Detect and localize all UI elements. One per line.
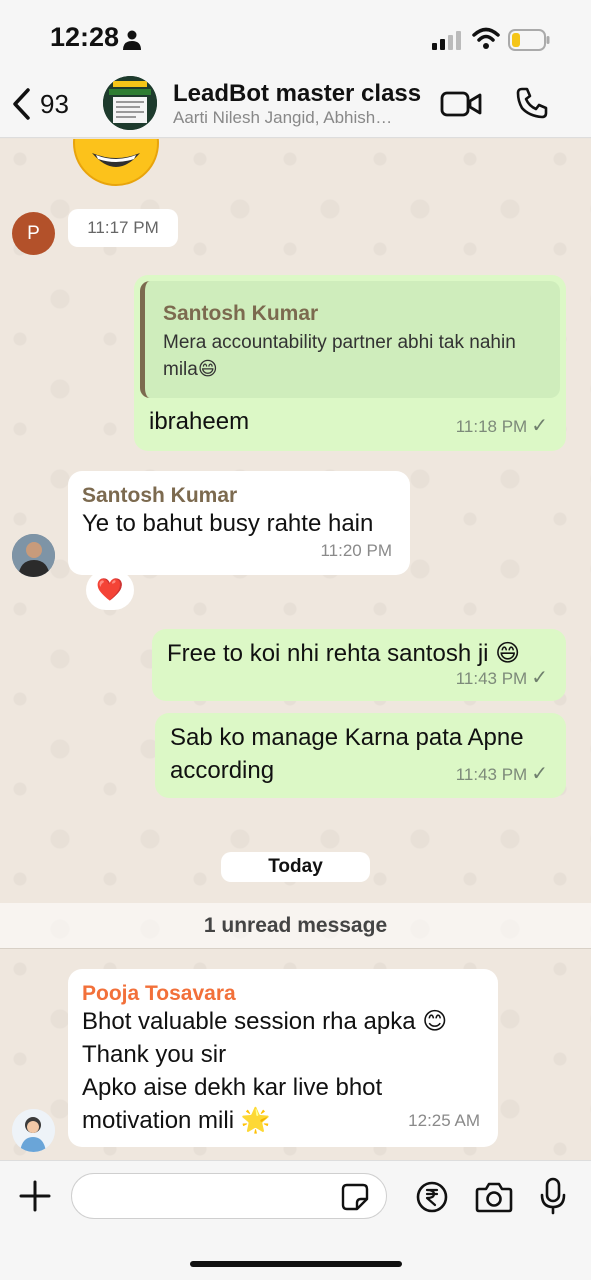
heart-reaction[interactable]: ❤️ — [86, 570, 134, 610]
incoming-message[interactable]: Pooja Tosavara Bhot valuable session rha… — [68, 969, 498, 1147]
microphone-icon[interactable] — [540, 1177, 566, 1215]
group-members[interactable]: Aarti Nilesh Jangid, Abhish… — [173, 108, 423, 128]
message-composer — [0, 1160, 591, 1280]
outgoing-message[interactable]: Free to koi nhi rehta santosh ji 😄 11:43… — [152, 629, 566, 701]
smiley-emoji-icon — [73, 139, 159, 186]
status-time: 12:28 — [50, 22, 120, 52]
message-time: 11:20 PM — [320, 541, 392, 560]
message-time: 11:18 PM — [455, 417, 528, 436]
message-line: Bhot valuable session rha apka 😊 — [82, 1008, 448, 1035]
rupee-payment-icon[interactable] — [416, 1181, 448, 1213]
phone-call-icon[interactable] — [515, 86, 549, 120]
cellular-signal-icon — [432, 31, 461, 50]
message-meta: 11:43 PM ✓ — [456, 662, 548, 695]
quoted-message-text: Mera accountability partner abhi tak nah… — [163, 332, 516, 380]
message-line: Thank you sir — [82, 1041, 227, 1068]
message-timestamp: 11:17 PM — [68, 209, 178, 247]
message-meta: 11:43 PM ✓ — [456, 758, 548, 791]
message-meta: 12:25 AM — [408, 1104, 480, 1137]
message-meta: 11:18 PM ✓ — [456, 410, 548, 443]
message-time: 11:43 PM — [455, 765, 528, 784]
chat-header: 93 LeadBot master class Aarti Nilesh Jan… — [0, 70, 591, 138]
group-title[interactable]: LeadBot master class — [173, 80, 421, 108]
sender-avatar[interactable]: P — [12, 212, 55, 255]
status-bar: 12:28 — [0, 0, 591, 70]
video-call-icon[interactable] — [440, 90, 482, 118]
back-button[interactable]: 93 — [10, 84, 69, 124]
outgoing-reply-message[interactable]: Santosh Kumar Mera accountability partne… — [134, 275, 566, 451]
group-avatar[interactable] — [103, 76, 157, 130]
message-time: 12:25 AM — [408, 1111, 480, 1130]
battery-icon — [508, 29, 550, 51]
chevron-left-icon — [13, 88, 30, 120]
home-indicator[interactable] — [190, 1261, 402, 1267]
sent-check-icon: ✓ — [531, 415, 548, 437]
outgoing-message[interactable]: Sab ko manage Karna pata Apne according … — [155, 713, 566, 798]
date-divider: Today — [221, 852, 370, 882]
quoted-sender-name: Santosh Kumar — [163, 302, 319, 325]
wifi-icon — [472, 27, 500, 49]
santosh-avatar-image — [12, 534, 55, 577]
incoming-message[interactable]: Santosh Kumar Ye to bahut busy rahte hai… — [68, 471, 410, 575]
message-meta: 11:20 PM — [320, 534, 392, 567]
message-time: 11:43 PM — [455, 669, 528, 688]
plus-icon[interactable] — [18, 1179, 52, 1213]
message-line: Apko aise dekh kar live bhot — [82, 1074, 383, 1101]
sticker-icon[interactable] — [341, 1183, 369, 1211]
camera-icon[interactable] — [475, 1181, 513, 1213]
message-text: ibraheem — [149, 408, 250, 435]
message-input[interactable] — [71, 1173, 387, 1219]
sender-avatar[interactable] — [12, 534, 55, 577]
pooja-avatar-image — [12, 1109, 55, 1152]
sender-avatar[interactable] — [12, 1109, 55, 1152]
sent-check-icon: ✓ — [531, 667, 548, 689]
group-avatar-image — [103, 76, 157, 130]
sent-check-icon: ✓ — [531, 763, 548, 785]
person-icon — [123, 30, 141, 50]
unread-chats-count: 93 — [40, 88, 69, 119]
quoted-message[interactable]: Santosh Kumar Mera accountability partne… — [140, 281, 560, 398]
unread-messages-banner: 1 unread message — [0, 903, 591, 949]
chat-area[interactable]: P 11:17 PM Santosh Kumar Mera accountabi… — [0, 139, 591, 1160]
